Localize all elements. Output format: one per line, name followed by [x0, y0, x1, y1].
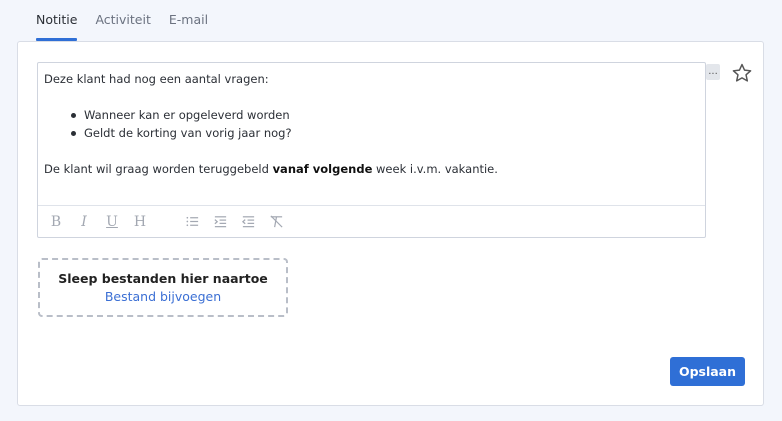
star-icon	[732, 63, 752, 82]
note-card: Deze klant had nog een aantal vragen: Wa…	[17, 41, 764, 406]
tab-email[interactable]: E-mail	[169, 0, 208, 41]
ellipsis-icon: ...	[708, 66, 718, 77]
bulleted-list-icon	[186, 216, 198, 227]
clear-format-icon	[269, 215, 283, 228]
outdent-icon	[241, 216, 254, 228]
editor-content[interactable]: Deze klant had nog een aantal vragen: Wa…	[38, 63, 705, 206]
tab-activiteit[interactable]: Activiteit	[95, 0, 150, 41]
italic-button[interactable]: I	[72, 211, 96, 233]
heading-button[interactable]: H	[128, 211, 152, 233]
indent-button[interactable]	[208, 211, 232, 233]
bold-button[interactable]: B	[44, 211, 68, 233]
note-closing-end: week i.v.m. vakantie.	[372, 162, 498, 176]
note-closing-start: De klant wil graag worden teruggebeld	[44, 162, 273, 176]
tab-bar: Notitie Activiteit E-mail	[36, 0, 208, 41]
note-intro: Deze klant had nog een aantal vragen:	[44, 72, 269, 86]
outdent-button[interactable]	[236, 211, 260, 233]
underline-button[interactable]: U	[100, 211, 124, 233]
clear-format-button[interactable]	[264, 211, 288, 233]
favorite-button[interactable]	[731, 62, 753, 84]
note-bullet-list: Wanneer kan er opgeleverd worden Geldt d…	[44, 106, 699, 142]
italic-icon: I	[81, 213, 87, 230]
heading-icon: H	[133, 213, 147, 230]
bulleted-list-button[interactable]	[180, 211, 204, 233]
note-editor: Deze klant had nog een aantal vragen: Wa…	[37, 62, 706, 238]
note-closing-bold: vanaf volgende	[272, 162, 373, 176]
dropzone-title: Sleep bestanden hier naartoe	[58, 271, 268, 286]
note-closing: De klant wil graag worden teruggebeld va…	[44, 160, 699, 178]
list-item: Geldt de korting van vorig jaar nog?	[71, 124, 699, 142]
bold-icon: B	[50, 213, 62, 230]
attach-file-link[interactable]: Bestand bijvoegen	[105, 289, 221, 304]
underline-icon: U	[106, 213, 118, 230]
list-item: Wanneer kan er opgeleverd worden	[71, 106, 699, 124]
save-button[interactable]: Opslaan	[670, 357, 745, 386]
formatting-toolbar: B I U H	[38, 205, 705, 237]
tab-notitie[interactable]: Notitie	[36, 0, 78, 41]
file-dropzone[interactable]: Sleep bestanden hier naartoe Bestand bij…	[38, 258, 288, 317]
more-options-button[interactable]: ...	[706, 64, 720, 80]
indent-icon	[213, 216, 226, 228]
